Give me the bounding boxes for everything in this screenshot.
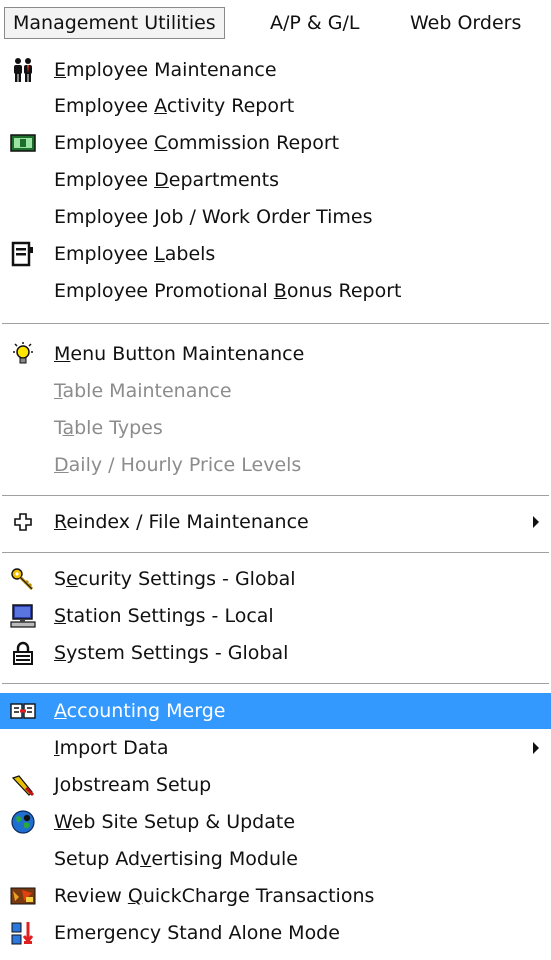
menu-item-import-data[interactable]: Import Data: [0, 730, 551, 766]
merge-icon: [10, 703, 36, 719]
menu-item-menu-button-maintenance[interactable]: Menu Button Maintenance: [0, 336, 551, 372]
menu-item-station-settings-local[interactable]: Station Settings - Local: [0, 598, 551, 634]
keys-icon: [11, 568, 34, 591]
menu-item-reindex-file-maintenance[interactable]: Reindex / File Maintenance: [0, 504, 551, 540]
menu-item-accounting-merge[interactable]: Accounting Merge: [0, 693, 551, 729]
menubar-management-utilities[interactable]: Management Utilities: [4, 7, 225, 39]
submenu-arrow-icon: [533, 516, 539, 528]
menu-item-employee-promotional-bonus-report[interactable]: Employee Promotional Bonus Report: [0, 273, 551, 309]
menu-item-employee-activity-report[interactable]: Employee Activity Report: [0, 88, 551, 124]
menu-item-setup-advertising-module[interactable]: Setup Advertising Module: [0, 841, 551, 877]
menu-item-employee-maintenance[interactable]: Employee Maintenance: [0, 52, 551, 88]
employees-icon: [14, 58, 32, 82]
emergency-icon: [11, 922, 34, 945]
menu-item-system-settings-global[interactable]: System Settings - Global: [0, 635, 551, 671]
menu-item-table-types[interactable]: Table Types: [0, 410, 551, 446]
menu-separator: [2, 323, 549, 325]
menu-item-security-settings-global[interactable]: Security Settings - Global: [0, 561, 551, 597]
menu-item-daily-hourly-price-levels[interactable]: Daily / Hourly Price Levels: [0, 447, 551, 483]
menu-item-jobstream-setup[interactable]: Jobstream Setup: [0, 767, 551, 803]
menubar-web-orders[interactable]: Web Orders: [410, 8, 521, 38]
menu-separator: [2, 683, 549, 685]
money-icon: [10, 134, 36, 152]
menu-item-employee-job-work-order-times[interactable]: Employee Job / Work Order Times: [0, 199, 551, 235]
menu-item-review-quickcharge-transactions[interactable]: Review QuickCharge Transactions: [0, 878, 551, 914]
transactions-icon: [10, 887, 36, 905]
lock-icon: [13, 641, 33, 665]
globe-icon: [11, 810, 35, 834]
menu-item-web-site-setup-update[interactable]: Web Site Setup & Update: [0, 804, 551, 840]
lightbulb-icon: [13, 342, 33, 364]
menu-item-employee-departments[interactable]: Employee Departments: [0, 162, 551, 198]
cross-icon: [14, 513, 32, 531]
menu-item-table-maintenance[interactable]: Table Maintenance: [0, 373, 551, 409]
menu-separator: [2, 495, 549, 497]
computer-icon: [10, 604, 36, 628]
submenu-arrow-icon: [533, 742, 539, 754]
menu-item-emergency-stand-alone-mode[interactable]: Emergency Stand Alone Mode: [0, 915, 551, 951]
menu-item-employee-commission-report[interactable]: Employee Commission Report: [0, 125, 551, 161]
menu-separator: [2, 552, 549, 554]
management-utilities-menu: Employee Maintenance Employee Activity R…: [0, 46, 551, 960]
menu-bar: Management Utilities A/P & G/L Web Order…: [0, 0, 551, 46]
menu-item-employee-labels[interactable]: Employee Labels: [0, 236, 551, 272]
wrench-icon: [11, 775, 35, 797]
menubar-ap-gl[interactable]: A/P & G/L: [270, 8, 359, 38]
label-icon: [11, 241, 33, 267]
